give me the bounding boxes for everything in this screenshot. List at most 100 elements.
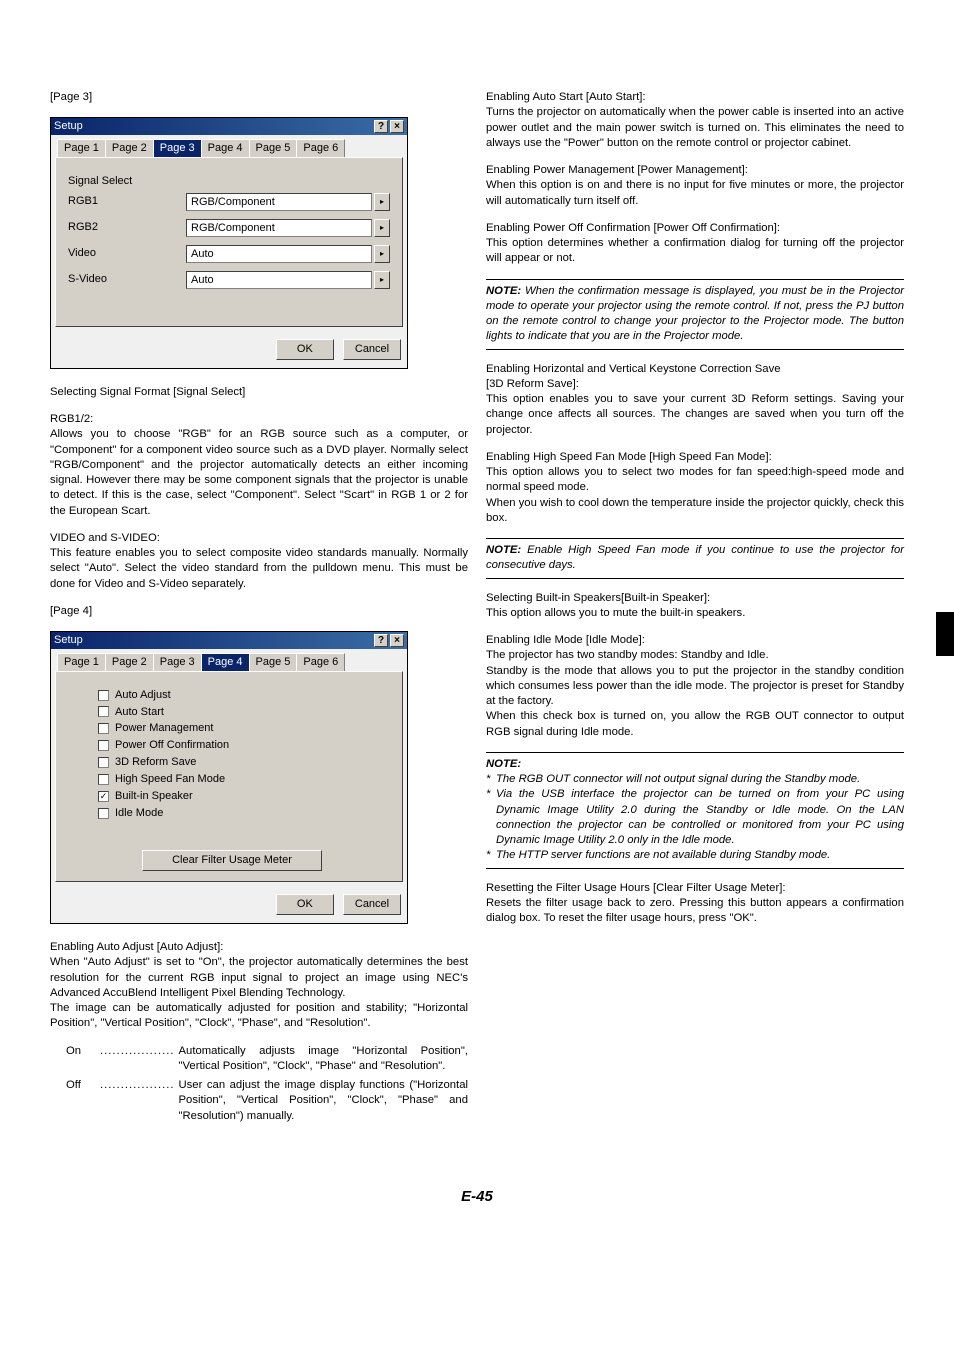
tab-page1[interactable]: Page 1 (57, 139, 106, 157)
checkbox-icon (98, 740, 109, 751)
check-built-in-speaker[interactable]: Built-in Speaker (98, 789, 390, 804)
asterisk-icon: * (486, 787, 496, 848)
term-table: On .................. Automatically adju… (66, 1044, 468, 1124)
note-heading: NOTE: (486, 544, 521, 556)
term-on-desc: Automatically adjusts image "Horizontal … (179, 1044, 469, 1075)
checkbox-icon (98, 808, 109, 819)
tab-page4[interactable]: Page 4 (201, 139, 250, 157)
help-button[interactable]: ? (374, 634, 388, 647)
check-3d-reform-save[interactable]: 3D Reform Save (98, 755, 390, 770)
speaker-body: This option allows you to mute the built… (486, 606, 904, 621)
video-heading: VIDEO and S-VIDEO: (50, 531, 468, 546)
power-management-heading: Enabling Power Management [Power Managem… (486, 163, 904, 178)
row-rgb2: RGB2 RGB/Component ▸ (68, 219, 390, 237)
close-button[interactable]: × (390, 634, 404, 647)
auto-adjust-body1: When "Auto Adjust" is set to "On", the p… (50, 955, 468, 1001)
cancel-button[interactable]: Cancel (343, 894, 401, 915)
tab-page5[interactable]: Page 5 (249, 653, 298, 671)
term-row-off: Off .................. User can adjust t… (66, 1078, 468, 1124)
tab-page5[interactable]: Page 5 (249, 139, 298, 157)
dropdown-video-arrow[interactable]: ▸ (374, 245, 390, 263)
dropdown-video[interactable]: Auto ▸ (186, 245, 390, 263)
check-auto-adjust[interactable]: Auto Adjust (98, 688, 390, 703)
clear-filter-button[interactable]: Clear Filter Usage Meter (142, 850, 322, 871)
dropdown-video-value: Auto (186, 245, 372, 263)
dropdown-svideo-arrow[interactable]: ▸ (374, 271, 390, 289)
dialog3-tabs: Page 1 Page 2 Page 3 Page 4 Page 5 Page … (51, 135, 407, 157)
check-high-speed-fan[interactable]: High Speed Fan Mode (98, 772, 390, 787)
setup-dialog-page3: Setup ? × Page 1 Page 2 Page 3 Page 4 Pa… (50, 117, 408, 369)
check-label: Auto Start (115, 705, 164, 720)
rgb-body: Allows you to choose "RGB" for an RGB so… (50, 427, 468, 519)
cancel-button[interactable]: Cancel (343, 339, 401, 360)
label-rgb1: RGB1 (68, 194, 186, 209)
term-dots: .................. (96, 1078, 179, 1124)
note3-item-1: *The RGB OUT connector will not output s… (486, 772, 904, 787)
check-label: Auto Adjust (115, 688, 171, 703)
dropdown-svideo[interactable]: Auto ▸ (186, 271, 390, 289)
tab-page6[interactable]: Page 6 (296, 653, 345, 671)
auto-adjust-body2: The image can be automatically adjusted … (50, 1001, 468, 1032)
note-projector-mode: NOTE: When the confirmation message is d… (486, 279, 904, 350)
tab-page6[interactable]: Page 6 (296, 139, 345, 157)
asterisk-icon: * (486, 772, 496, 787)
note3-text-1: The RGB OUT connector will not output si… (496, 772, 860, 787)
signal-select-label: Signal Select (68, 174, 390, 189)
idle-heading: Enabling Idle Mode [Idle Mode]: (486, 633, 904, 648)
note-idle: NOTE: *The RGB OUT connector will not ou… (486, 752, 904, 869)
dropdown-rgb2-arrow[interactable]: ▸ (374, 219, 390, 237)
checkbox-icon (98, 723, 109, 734)
close-button[interactable]: × (390, 120, 404, 133)
check-power-management[interactable]: Power Management (98, 721, 390, 736)
tab-page3[interactable]: Page 3 (153, 139, 202, 157)
page-side-tab (936, 612, 954, 656)
dialog3-body: Signal Select RGB1 RGB/Component ▸ RGB2 … (55, 157, 403, 327)
term-off: Off (66, 1078, 96, 1124)
checkbox-icon (98, 706, 109, 717)
dialog4-tabs: Page 1 Page 2 Page 3 Page 4 Page 5 Page … (51, 649, 407, 671)
speaker-heading: Selecting Built-in Speakers[Built-in Spe… (486, 591, 904, 606)
dialog3-titlebar: Setup ? × (51, 118, 407, 135)
dropdown-rgb1[interactable]: RGB/Component ▸ (186, 193, 390, 211)
row-video: Video Auto ▸ (68, 245, 390, 263)
auto-start-body: Turns the projector on automatically whe… (486, 105, 904, 151)
tab-page3[interactable]: Page 3 (153, 653, 202, 671)
left-column: [Page 3] Setup ? × Page 1 Page 2 Page 3 … (50, 90, 468, 1128)
check-auto-start[interactable]: Auto Start (98, 705, 390, 720)
dialog4-title: Setup (54, 633, 372, 648)
ok-button[interactable]: OK (276, 339, 334, 360)
term-row-on: On .................. Automatically adju… (66, 1044, 468, 1075)
dropdown-rgb1-arrow[interactable]: ▸ (374, 193, 390, 211)
dialog4-buttons: OK Cancel (51, 886, 407, 923)
dialog4-titlebar: Setup ? × (51, 632, 407, 649)
check-idle-mode[interactable]: Idle Mode (98, 806, 390, 821)
page-content: [Page 3] Setup ? × Page 1 Page 2 Page 3 … (0, 0, 954, 1168)
tab-page4[interactable]: Page 4 (201, 653, 250, 671)
note1-body: When the confirmation message is display… (486, 285, 904, 343)
setup-dialog-page4: Setup ? × Page 1 Page 2 Page 3 Page 4 Pa… (50, 631, 408, 924)
dropdown-rgb2[interactable]: RGB/Component ▸ (186, 219, 390, 237)
note3-text-3: The HTTP server functions are not availa… (496, 848, 830, 863)
dropdown-rgb1-value: RGB/Component (186, 193, 372, 211)
check-power-off-confirmation[interactable]: Power Off Confirmation (98, 738, 390, 753)
keystone-body: This option enables you to save your cur… (486, 392, 904, 438)
dialog3-title: Setup (54, 119, 372, 134)
asterisk-icon: * (486, 848, 496, 863)
note3-item-3: *The HTTP server functions are not avail… (486, 848, 904, 863)
keystone-heading2: [3D Reform Save]: (486, 377, 904, 392)
check-label: Power Management (115, 721, 213, 736)
tab-page2[interactable]: Page 2 (105, 139, 154, 157)
checkbox-checked-icon (98, 791, 109, 802)
check-label: Power Off Confirmation (115, 738, 229, 753)
help-button[interactable]: ? (374, 120, 388, 133)
dialog4-body: Auto Adjust Auto Start Power Management … (55, 671, 403, 883)
video-body: This feature enables you to select compo… (50, 546, 468, 592)
label-video: Video (68, 246, 186, 261)
power-off-conf-body: This option determines whether a confirm… (486, 236, 904, 267)
ok-button[interactable]: OK (276, 894, 334, 915)
note-fan: NOTE: Enable High Speed Fan mode if you … (486, 538, 904, 579)
auto-start-heading: Enabling Auto Start [Auto Start]: (486, 90, 904, 105)
fan-body2: When you wish to cool down the temperatu… (486, 496, 904, 527)
tab-page1[interactable]: Page 1 (57, 653, 106, 671)
tab-page2[interactable]: Page 2 (105, 653, 154, 671)
